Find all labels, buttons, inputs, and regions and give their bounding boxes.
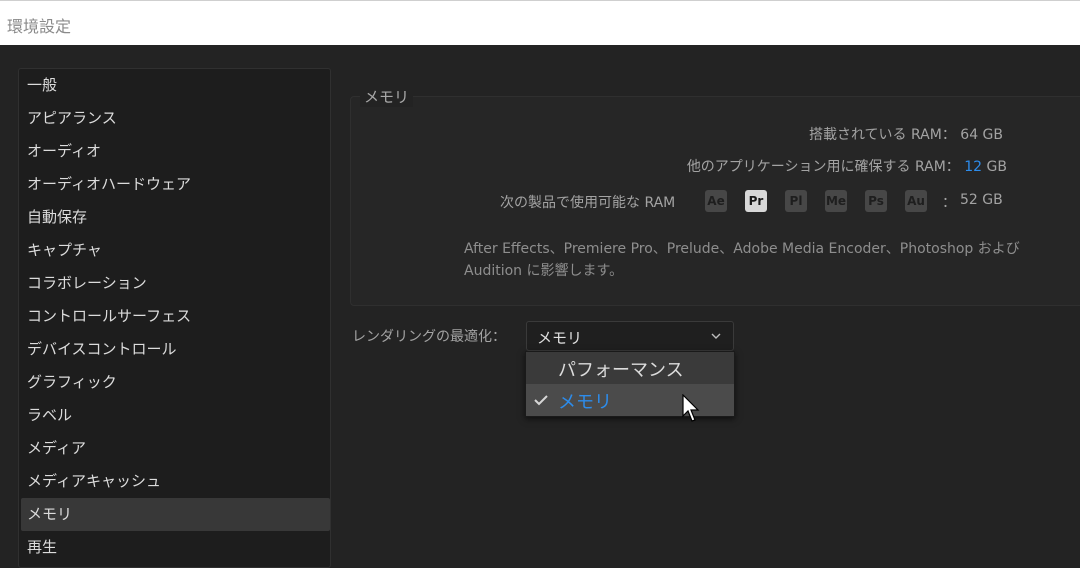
app-badge-after-effects: Ae [705, 190, 727, 212]
checkmark-icon [534, 395, 548, 406]
app-badge-photoshop: Ps [865, 190, 887, 212]
memory-note: After Effects、Premiere Pro、Prelude、Adobe… [464, 238, 1074, 282]
title-bar: 環境設定 [0, 0, 1080, 45]
installed-ram-row: 搭載されている RAM： 64 GB [809, 124, 1003, 144]
app-badge-media-encoder: Me [825, 190, 847, 212]
available-ram-value: 52 GB [960, 192, 1003, 208]
mouse-pointer-icon [682, 394, 700, 422]
option-memory-label: メモリ [558, 392, 612, 413]
reserved-ram-unit: GB [986, 159, 1007, 175]
sidebar-item-collaboration[interactable]: コラボレーション [21, 267, 330, 300]
sidebar-item-audio[interactable]: オーディオ [21, 135, 330, 168]
reserved-ram-row: 他のアプリケーション用に確保する RAM： 12 GB [687, 156, 1007, 176]
option-performance[interactable]: パフォーマンス [526, 352, 734, 384]
sidebar-item-general[interactable]: 一般 [21, 69, 330, 102]
memory-group-title: メモリ [360, 86, 414, 107]
render-optimization-value: メモリ [537, 329, 583, 347]
installed-ram-label: 搭載されている RAM： [808, 127, 956, 143]
sidebar-item-control-surface[interactable]: コントロールサーフェス [21, 300, 330, 333]
sidebar-item-labels[interactable]: ラベル [21, 399, 330, 432]
available-ram-separator: ： [942, 195, 956, 211]
sidebar-item-memory[interactable]: メモリ [21, 498, 330, 531]
app-badge-audition: Au [905, 190, 927, 212]
reserved-ram-value[interactable]: 12 [964, 159, 982, 175]
installed-ram-value: 64 GB [960, 127, 1003, 143]
render-optimization-dropdown: パフォーマンス メモリ [525, 351, 735, 417]
render-optimization-label: レンダリングの最適化： [352, 329, 506, 345]
sidebar-item-appearance[interactable]: アピアランス [21, 102, 330, 135]
option-memory[interactable]: メモリ [526, 384, 734, 416]
sidebar-item-audio-hardware[interactable]: オーディオハードウェア [21, 168, 330, 201]
app-badge-premiere-pro: Pr [745, 190, 767, 212]
available-ram-label: 次の製品で使用可能な RAM [500, 195, 676, 211]
sidebar-item-graphics[interactable]: グラフィック [21, 366, 330, 399]
render-optimization-select[interactable]: メモリ [526, 321, 734, 351]
sidebar-item-auto-save[interactable]: 自動保存 [21, 201, 330, 234]
sidebar-item-media[interactable]: メディア [21, 432, 330, 465]
sidebar-item-device-control[interactable]: デバイスコントロール [21, 333, 330, 366]
sidebar-item-capture[interactable]: キャプチャ [21, 234, 330, 267]
memory-note-line2: Audition に影響します。 [464, 263, 624, 279]
memory-note-line1: After Effects、Premiere Pro、Prelude、Adobe… [464, 241, 1020, 257]
chevron-down-icon [711, 333, 721, 339]
window-title: 環境設定 [7, 17, 72, 36]
reserved-ram-label: 他のアプリケーション用に確保する RAM： [686, 159, 960, 175]
sidebar: 一般 アピアランス オーディオ オーディオハードウェア 自動保存 キャプチャ コ… [18, 68, 331, 568]
option-performance-label: パフォーマンス [558, 360, 684, 381]
sidebar-item-playback[interactable]: 再生 [21, 531, 330, 564]
app-badge-prelude: Pl [785, 190, 807, 212]
sidebar-item-media-cache[interactable]: メディアキャッシュ [21, 465, 330, 498]
